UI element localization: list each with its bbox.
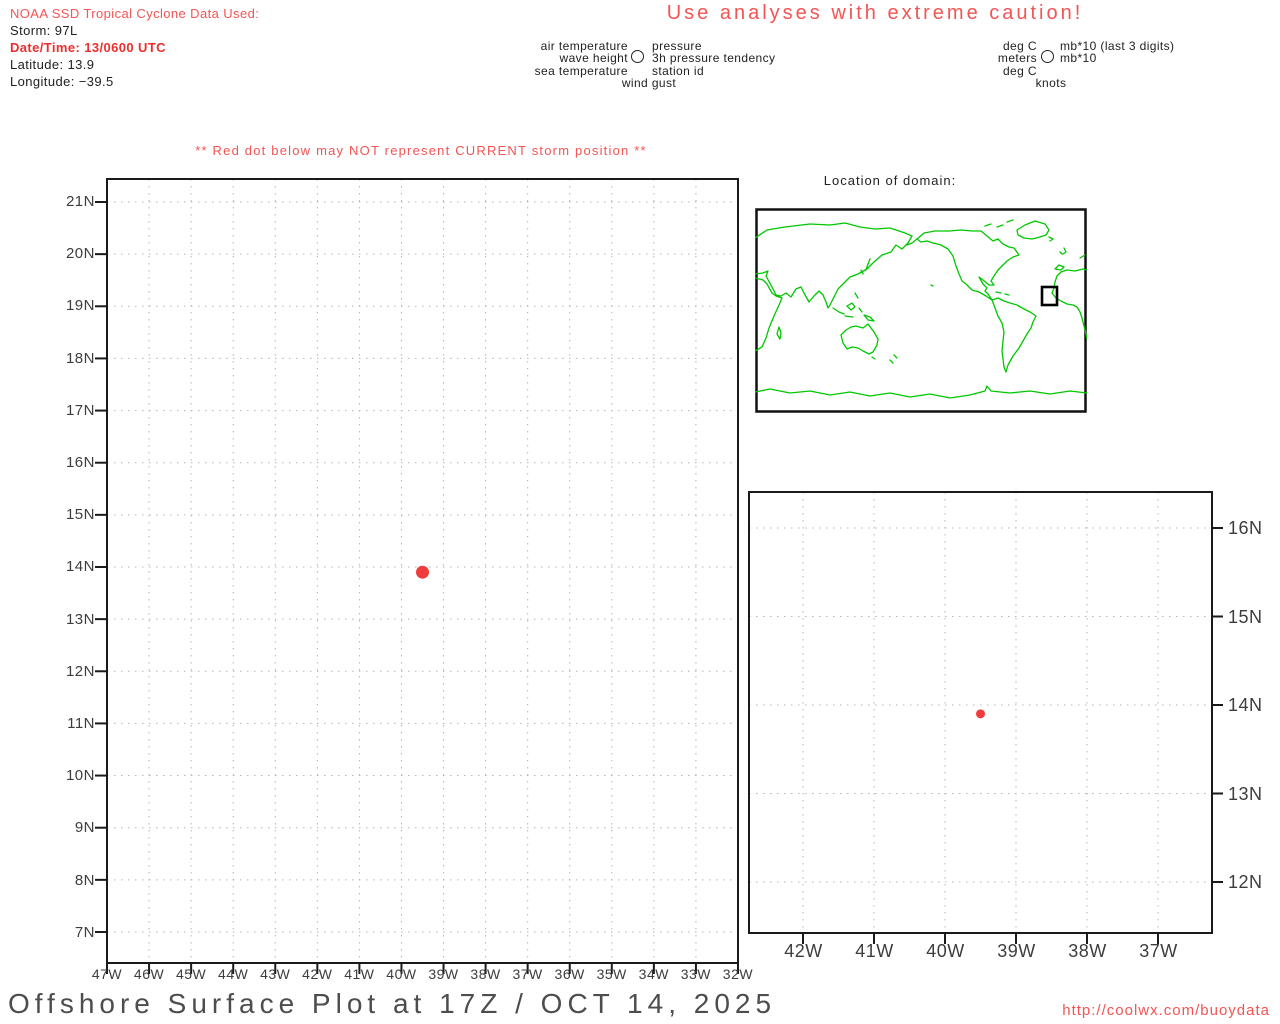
x-tick-label: 37W: [512, 966, 543, 982]
station-legend-right: pressure 3h pressure tendency station id: [652, 40, 776, 78]
y-tick-label: 21N: [65, 193, 95, 210]
y-tick-label: 16N: [65, 454, 95, 472]
world-map-frame: [755, 208, 1087, 413]
storm-longitude: Longitude: −39.5: [10, 74, 114, 89]
station-legend-left-item: sea temperature: [534, 63, 628, 78]
storm-position-dot-inset: [976, 709, 985, 719]
domain-map-title: Location of domain:: [823, 173, 957, 188]
y-tick-label: 14N: [65, 558, 95, 576]
units-legend-left: deg Cmeters deg C: [997, 40, 1037, 78]
x-tick-label: 39W: [997, 941, 1036, 961]
y-tick-label: 10N: [65, 767, 95, 785]
y-tick-label: 13N: [1228, 783, 1263, 804]
x-tick-label: 44W: [218, 966, 249, 982]
station-legend-left-item: wave height: [559, 51, 628, 66]
storm-id: Storm: 97L: [10, 23, 78, 38]
x-tick-label: 45W: [175, 966, 207, 982]
y-tick-label: 17N: [65, 401, 95, 419]
y-tick-label: 18N: [65, 349, 95, 367]
units-legend-knots: knots: [1035, 76, 1067, 90]
storm-info-block: NOAA SSD Tropical Cyclone Data Used: Sto…: [10, 5, 259, 90]
units-legend-right-item: mb*10: [1060, 51, 1097, 66]
y-tick-label: 9N: [74, 819, 95, 837]
station-circle-icon: [631, 50, 644, 63]
station-legend-wind-gust: wind gust: [621, 76, 677, 90]
x-tick-label: 42W: [784, 941, 823, 961]
y-tick-label: 15N: [65, 506, 95, 524]
x-tick-label: 37W: [1139, 941, 1178, 961]
y-tick-label: 14N: [1228, 695, 1263, 715]
x-tick-label: 34W: [638, 966, 669, 982]
x-tick-label: 40W: [386, 966, 417, 982]
source-url-link[interactable]: http://coolwx.com/buoydata: [1062, 1002, 1270, 1019]
inset-plot-x-axis-labels: 42W 41W 40W 39W 38W 37W: [768, 941, 1194, 962]
y-tick-label: 16N: [1228, 518, 1263, 538]
units-legend-left-item: deg C: [1002, 63, 1037, 78]
storm-data-source: NOAA SSD Tropical Cyclone Data Used:: [10, 6, 260, 21]
y-tick-label: 7N: [74, 923, 95, 941]
y-tick-label: 13N: [65, 610, 95, 628]
x-tick-label: 43W: [260, 966, 291, 982]
storm-position-dot-main: [416, 565, 430, 579]
x-tick-label: 36W: [554, 966, 585, 982]
x-tick-label: 42W: [302, 966, 333, 982]
x-tick-label: 32W: [722, 966, 754, 982]
station-legend-left: air temperature wave height sea temperatur…: [534, 40, 628, 78]
storm-datetime: Date/Time: 13/0600 UTC: [10, 40, 166, 55]
station-legend-right-item: 3h pressure tendency: [652, 51, 776, 66]
main-plot-y-axis-labels: 21N 20N 19N 18N 17N 16N 15N 14N 13N 12N 11N 10N 9N 8N…: [30, 194, 95, 941]
x-tick-label: 35W: [596, 966, 627, 982]
units-legend-right: mb*10 (last 3 digits) mb*10: [1060, 40, 1174, 65]
y-tick-label: 15N: [1228, 606, 1263, 627]
page-title: Offshore Surface Plot at 17Z / OCT 14, 2…: [8, 988, 777, 1019]
y-tick-label: 11N: [67, 715, 95, 733]
x-tick-label: 41W: [855, 941, 894, 961]
x-tick-label: 38W: [470, 966, 501, 982]
world-map: [755, 208, 1087, 413]
y-tick-label: 12N: [65, 662, 95, 680]
caution-headline: Use analyses with extreme caution!: [666, 2, 1084, 24]
x-tick-label: 47W: [91, 966, 123, 982]
inset-plot-y-axis-labels: 16N 15N 14N 13N 12N: [1228, 518, 1263, 892]
storm-latitude: Latitude: 13.9: [10, 57, 95, 72]
units-circle-icon: [1041, 50, 1054, 63]
x-tick-label: 41W: [344, 966, 375, 982]
buoy-plot-page: NOAA SSD Tropical Cyclone Data Used: Sto…: [0, 0, 1280, 1024]
x-tick-label: 33W: [680, 966, 712, 982]
units-legend-left-item: meters: [997, 51, 1037, 66]
main-plot-x-axis-labels: 47W 46W 45W 44W 43W 42W 41W 40W 39W 38W 37W 36W 35W 3…: [86, 966, 759, 982]
x-tick-label: 39W: [428, 966, 459, 982]
y-tick-label: 19N: [65, 297, 95, 315]
x-tick-label: 40W: [926, 941, 965, 961]
y-tick-label: 12N: [1228, 872, 1263, 892]
x-tick-label: 46W: [133, 966, 165, 982]
x-tick-label: 38W: [1068, 941, 1107, 961]
storm-position-warning: ** Red dot below may NOT represent CURRE…: [195, 143, 647, 158]
y-tick-label: 20N: [65, 245, 95, 263]
y-tick-label: 8N: [74, 871, 95, 889]
